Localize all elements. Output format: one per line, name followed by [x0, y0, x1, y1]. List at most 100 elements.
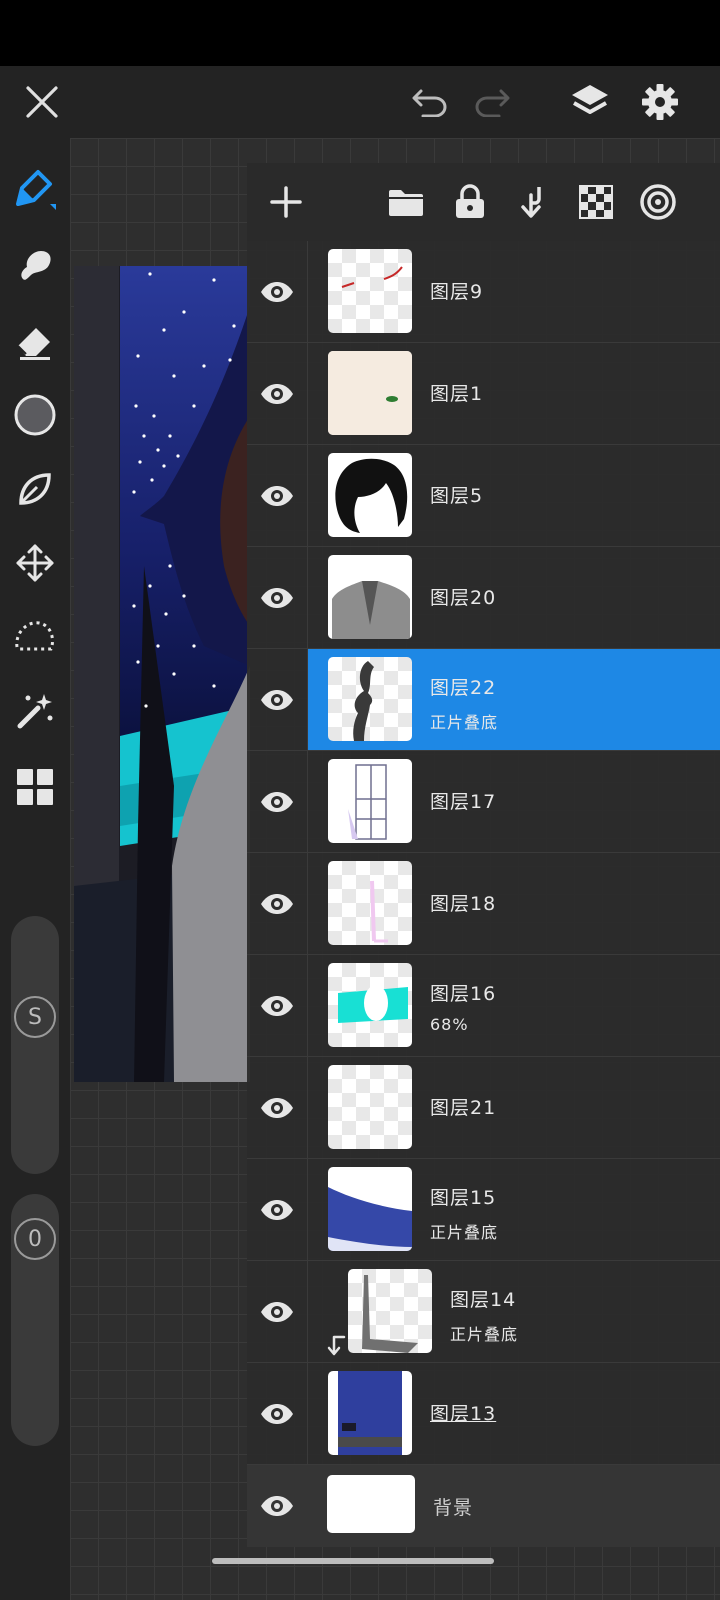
visibility-eye-icon[interactable]: [247, 1159, 307, 1260]
layer-row[interactable]: 图层20: [247, 547, 720, 649]
layer-row-clipped[interactable]: 图层14 正片叠底: [247, 1261, 720, 1363]
layer-thumbnail: [328, 657, 412, 741]
background-color-swatch[interactable]: [327, 1475, 415, 1533]
layer-main[interactable]: 图层13: [307, 1363, 720, 1464]
visibility-eye-icon[interactable]: [247, 955, 307, 1056]
layer-row[interactable]: 图层15 正片叠底: [247, 1159, 720, 1261]
layer-blend-mode: 正片叠底: [430, 713, 499, 732]
layers-icon[interactable]: [560, 66, 620, 138]
visibility-eye-icon[interactable]: [247, 1363, 307, 1464]
layer-row[interactable]: 图层17: [247, 751, 720, 853]
artwork-canvas[interactable]: [74, 266, 250, 1082]
eraser-tool-icon[interactable]: [10, 316, 60, 366]
layer-main[interactable]: 图层16 68%: [307, 955, 720, 1056]
brush-opacity-slider[interactable]: 0: [11, 1194, 59, 1446]
layer-main[interactable]: 图层21: [307, 1057, 720, 1158]
leaf-brush-icon[interactable]: [10, 464, 60, 514]
home-indicator: [212, 1558, 494, 1564]
layer-thumbnail: [328, 963, 412, 1047]
layer-name: 图层20: [430, 587, 497, 609]
layer-name: 图层17: [430, 791, 497, 813]
layer-row[interactable]: 图层21: [247, 1057, 720, 1159]
undo-icon[interactable]: [400, 66, 460, 138]
layer-main[interactable]: 图层15 正片叠底: [307, 1159, 720, 1260]
reference-icon[interactable]: [631, 175, 685, 229]
layer-name: 图层21: [430, 1097, 497, 1119]
layer-main[interactable]: 图层20: [307, 547, 720, 648]
layer-name: 图层5: [430, 485, 484, 507]
layer-main[interactable]: 图层22 正片叠底: [307, 649, 720, 750]
visibility-eye-icon[interactable]: [247, 1261, 307, 1362]
lock-icon[interactable]: [443, 175, 497, 229]
layer-name: 图层13: [430, 1403, 497, 1425]
layer-name: 图层16: [430, 983, 497, 1005]
visibility-eye-icon[interactable]: [247, 343, 307, 444]
magic-wand-icon[interactable]: [10, 686, 60, 736]
layer-row[interactable]: 图层9: [247, 241, 720, 343]
layer-thumbnail: [328, 1065, 412, 1149]
visibility-eye-icon[interactable]: [247, 649, 307, 750]
redo-icon[interactable]: [462, 66, 522, 138]
layer-name: 图层1: [430, 383, 484, 405]
visibility-eye-icon[interactable]: [247, 751, 307, 852]
layer-name: 图层22: [430, 677, 497, 699]
layer-row[interactable]: 图层13: [247, 1363, 720, 1465]
color-swatch-icon[interactable]: [10, 390, 60, 440]
visibility-eye-icon[interactable]: [247, 241, 307, 342]
merge-down-icon[interactable]: [505, 175, 559, 229]
top-toolbar: [0, 66, 720, 138]
clipping-mask-arrow-icon: [327, 1335, 346, 1356]
layer-row-selected[interactable]: 图层22 正片叠底: [247, 649, 720, 751]
close-icon[interactable]: [12, 66, 72, 138]
layer-blend-mode: 正片叠底: [430, 1223, 499, 1242]
layer-name: 图层14: [450, 1289, 517, 1311]
layer-main[interactable]: 图层5: [307, 445, 720, 546]
folder-icon[interactable]: [379, 175, 433, 229]
layers-panel: 图层9 图层1 图层5 图层20 图层22 正片叠底 图层17 图层18 图层1…: [247, 163, 720, 1547]
layer-thumbnail: [328, 351, 412, 435]
background-layer-row[interactable]: 背景: [247, 1465, 720, 1547]
alpha-lock-icon[interactable]: [569, 175, 623, 229]
layer-main[interactable]: 图层9: [307, 241, 720, 342]
layer-list: 图层9 图层1 图层5 图层20 图层22 正片叠底 图层17 图层18 图层1…: [247, 241, 720, 1547]
layer-main[interactable]: 图层18: [307, 853, 720, 954]
layer-opacity: 68%: [430, 1015, 469, 1034]
visibility-eye-icon[interactable]: [247, 1465, 307, 1547]
layers-panel-toolbar: [247, 163, 720, 241]
status-bar: [0, 0, 720, 66]
visibility-eye-icon[interactable]: [247, 445, 307, 546]
layer-main[interactable]: 图层17: [307, 751, 720, 852]
layer-row[interactable]: 图层16 68%: [247, 955, 720, 1057]
layer-thumbnail: [328, 249, 412, 333]
layer-main[interactable]: 图层1: [307, 343, 720, 444]
smudge-tool-icon[interactable]: [10, 240, 60, 290]
layer-thumbnail: [328, 759, 412, 843]
gallery-icon[interactable]: [10, 762, 60, 812]
lasso-tool-icon[interactable]: [10, 612, 60, 662]
layer-row[interactable]: 图层18: [247, 853, 720, 955]
layer-thumbnail: [328, 861, 412, 945]
size-slider-knob[interactable]: S: [14, 996, 56, 1038]
layer-thumbnail: [328, 1167, 412, 1251]
layer-thumbnail: [328, 555, 412, 639]
layer-name: 图层15: [430, 1187, 497, 1209]
layer-main[interactable]: 图层14 正片叠底: [307, 1261, 720, 1362]
layer-row[interactable]: 图层1: [247, 343, 720, 445]
opacity-slider-knob[interactable]: 0: [14, 1218, 56, 1260]
layer-name: 图层18: [430, 893, 497, 915]
transform-tool-icon[interactable]: [10, 538, 60, 588]
pen-tool-icon[interactable]: [10, 164, 60, 214]
visibility-eye-icon[interactable]: [247, 1057, 307, 1158]
visibility-eye-icon[interactable]: [247, 853, 307, 954]
layer-thumbnail: [348, 1269, 432, 1353]
tool-sidebar: S 0: [0, 138, 70, 1600]
layer-row[interactable]: 图层5: [247, 445, 720, 547]
add-layer-icon[interactable]: [259, 175, 313, 229]
layer-thumbnail: [328, 453, 412, 537]
brush-size-slider[interactable]: S: [11, 916, 59, 1174]
visibility-eye-icon[interactable]: [247, 547, 307, 648]
gear-icon[interactable]: [630, 66, 690, 138]
layer-name: 图层9: [430, 281, 484, 303]
layer-blend-mode: 正片叠底: [450, 1325, 519, 1344]
layer-thumbnail: [328, 1371, 412, 1455]
